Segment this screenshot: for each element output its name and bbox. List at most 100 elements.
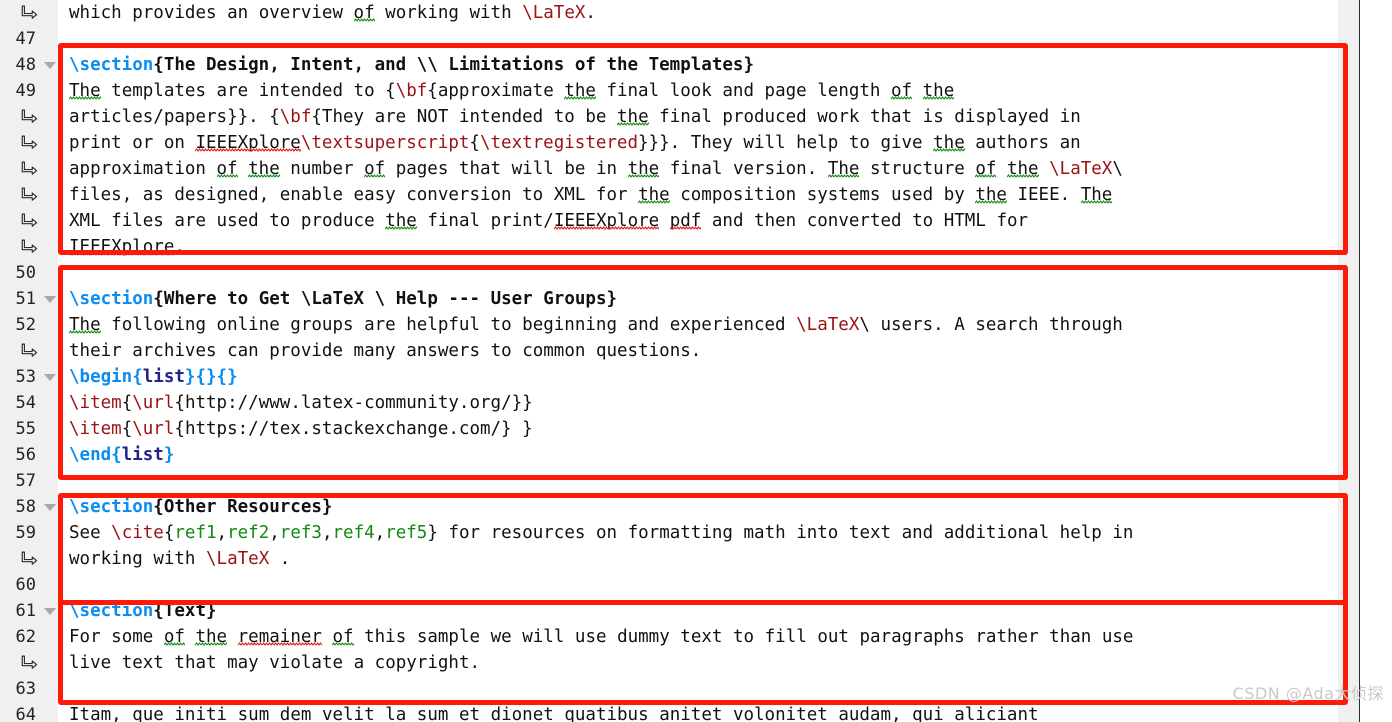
line-wrap-arrow-icon[interactable] <box>0 338 58 364</box>
line-number-62[interactable]: 62 <box>0 624 58 650</box>
spelling-error: IEEEXplore <box>553 211 660 231</box>
grammar-error: the <box>1006 159 1039 179</box>
spelling-error: IEEEXplore <box>195 133 301 153</box>
grammar-error: The <box>69 81 101 101</box>
line-number-57[interactable]: 57 <box>0 468 58 494</box>
line-wrap-arrow-icon[interactable] <box>0 104 58 130</box>
line-number-label: 62 <box>15 627 36 647</box>
code-line[interactable]: The following online groups are helpful … <box>58 312 1360 338</box>
code-line[interactable]: which provides an overview of working wi… <box>58 0 1360 26</box>
line-number-61[interactable]: 61 <box>0 598 58 624</box>
grammar-error: The <box>69 315 101 335</box>
spelling-error: pdf <box>669 211 702 231</box>
code-line[interactable]: \section{Other Resources} <box>58 494 1360 520</box>
line-number-48[interactable]: 48 <box>0 52 58 78</box>
grammar-error: of <box>353 3 375 23</box>
fold-triangle-icon[interactable] <box>44 374 56 381</box>
grammar-error: the <box>627 159 660 179</box>
line-number-label: 47 <box>15 29 36 49</box>
code-line[interactable]: approximation of the number of pages tha… <box>58 156 1360 182</box>
line-wrap-arrow-icon[interactable] <box>0 0 58 26</box>
line-number-label: 59 <box>15 523 36 543</box>
line-number-52[interactable]: 52 <box>0 312 58 338</box>
fold-triangle-icon[interactable] <box>44 62 56 69</box>
code-text-area[interactable]: which provides an overview of working wi… <box>58 0 1360 722</box>
line-number-60[interactable]: 60 <box>0 572 58 598</box>
line-number-label: 50 <box>15 263 36 283</box>
spelling-error: IEEEXplore <box>69 237 175 257</box>
code-line[interactable]: See \cite{ref1,ref2,ref3,ref4,ref5} for … <box>58 520 1360 546</box>
code-line[interactable]: Itam, que initi sum dem velit la sum et … <box>58 702 1360 722</box>
code-line[interactable]: XML files are used to produce the final … <box>58 208 1360 234</box>
line-number-label: 64 <box>15 705 36 722</box>
code-line[interactable]: The templates are intended to {\bf{appro… <box>58 78 1360 104</box>
code-line[interactable]: \item{\url{http://www.latex-community.or… <box>58 390 1360 416</box>
code-line[interactable]: files, as designed, enable easy conversi… <box>58 182 1360 208</box>
code-line[interactable] <box>58 468 1360 494</box>
code-line[interactable]: \section{The Design, Intent, and \\ Limi… <box>58 52 1360 78</box>
line-wrap-arrow-icon[interactable] <box>0 130 58 156</box>
grammar-error: the <box>617 107 649 127</box>
fold-triangle-icon[interactable] <box>44 608 56 615</box>
code-line[interactable]: IEEEXplore. <box>58 234 1360 260</box>
grammar-error: the <box>922 81 955 101</box>
grammar-error: The <box>1080 185 1113 205</box>
line-number-label: 60 <box>15 575 36 595</box>
annotation-ruler[interactable] <box>1338 0 1360 722</box>
editor-right-margin <box>1361 0 1392 722</box>
grammar-error: of <box>332 627 354 647</box>
line-wrap-arrow-icon[interactable] <box>0 650 58 676</box>
code-line[interactable] <box>58 572 1360 598</box>
code-line[interactable]: print or on IEEEXplore\textsuperscript{\… <box>58 130 1360 156</box>
grammar-error: of <box>891 81 913 101</box>
line-number-50[interactable]: 50 <box>0 260 58 286</box>
code-line[interactable]: \begin{list}{}{} <box>58 364 1360 390</box>
gutter-row-list: 47 48 49 50 51 52 53 54 55 56 57 58 59 60 61 62 63 64 <box>0 0 58 722</box>
line-number-54[interactable]: 54 <box>0 390 58 416</box>
line-number-55[interactable]: 55 <box>0 416 58 442</box>
line-number-64[interactable]: 64 <box>0 702 58 722</box>
code-line[interactable]: For some of the remainer of this sample … <box>58 624 1360 650</box>
code-line[interactable]: live text that may violate a copyright. <box>58 650 1360 676</box>
line-wrap-arrow-icon[interactable] <box>0 546 58 572</box>
line-number-gutter[interactable]: 47 48 49 50 51 52 53 54 55 56 57 58 59 60 61 62 63 64 <box>0 0 58 722</box>
line-number-label: 49 <box>15 81 36 101</box>
code-line[interactable]: their archives can provide many answers … <box>58 338 1360 364</box>
line-number-label: 55 <box>15 419 36 439</box>
watermark: CSDN @Ada大侦探 <box>1232 684 1384 703</box>
line-number-label: 58 <box>15 497 36 517</box>
code-line[interactable] <box>58 26 1360 52</box>
line-wrap-arrow-icon[interactable] <box>0 156 58 182</box>
line-number-49[interactable]: 49 <box>0 78 58 104</box>
line-number-label: 52 <box>15 315 36 335</box>
code-line[interactable] <box>58 260 1360 286</box>
line-number-63[interactable]: 63 <box>0 676 58 702</box>
line-number-56[interactable]: 56 <box>0 442 58 468</box>
line-number-51[interactable]: 51 <box>0 286 58 312</box>
line-wrap-arrow-icon[interactable] <box>0 182 58 208</box>
line-number-58[interactable]: 58 <box>0 494 58 520</box>
line-wrap-arrow-icon[interactable] <box>0 234 58 260</box>
code-line[interactable] <box>58 676 1360 702</box>
code-line[interactable]: articles/papers}}. {\bf{They are NOT int… <box>58 104 1360 130</box>
latex-source-editor[interactable]: 47 48 49 50 51 52 53 54 55 56 57 58 59 60 61 62 63 64 whi… <box>0 0 1392 722</box>
code-line[interactable]: \end{list} <box>58 442 1360 468</box>
fold-triangle-icon[interactable] <box>44 296 56 303</box>
grammar-error: The <box>827 159 860 179</box>
grammar-error: the <box>564 81 596 101</box>
grammar-error: of <box>216 159 238 179</box>
line-number-label: 48 <box>15 55 36 75</box>
code-line[interactable]: \section{Where to Get \LaTeX \ Help --- … <box>58 286 1360 312</box>
grammar-error: of <box>975 159 997 179</box>
grammar-error: the <box>248 159 280 179</box>
line-number-53[interactable]: 53 <box>0 364 58 390</box>
code-line[interactable]: working with \LaTeX . <box>58 546 1360 572</box>
code-line[interactable]: \item{\url{https://tex.stackexchange.com… <box>58 416 1360 442</box>
line-number-label: 51 <box>15 289 36 309</box>
code-line[interactable]: \section{Text} <box>58 598 1360 624</box>
line-number-47[interactable]: 47 <box>0 26 58 52</box>
fold-triangle-icon[interactable] <box>44 504 56 511</box>
line-number-59[interactable]: 59 <box>0 520 58 546</box>
grammar-error: the <box>975 185 1007 205</box>
line-wrap-arrow-icon[interactable] <box>0 208 58 234</box>
